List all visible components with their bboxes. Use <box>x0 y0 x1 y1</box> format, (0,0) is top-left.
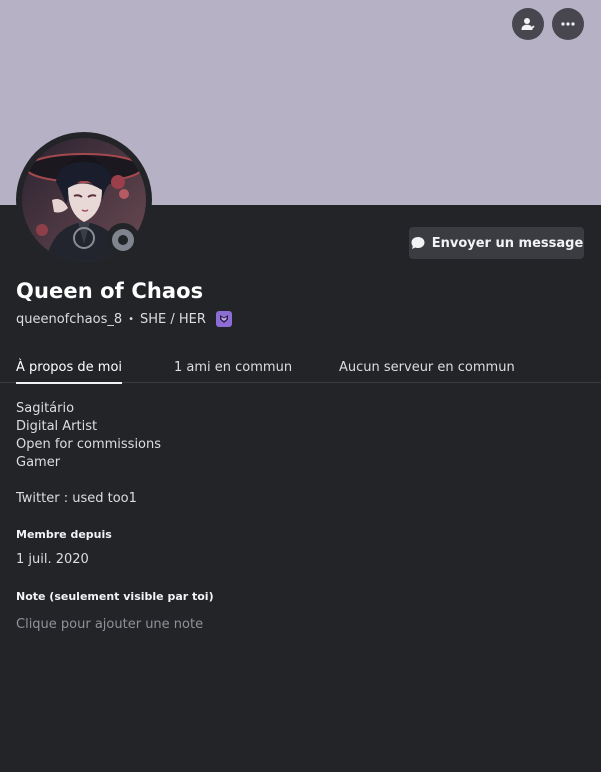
status-indicator <box>106 223 140 257</box>
offline-status-icon <box>112 229 134 251</box>
send-message-label: Envoyer un message <box>431 235 584 251</box>
message-bubble-icon <box>411 237 425 249</box>
friend-action-button[interactable] <box>512 8 544 40</box>
note-input[interactable] <box>16 614 584 634</box>
nitro-badge-icon[interactable] <box>215 311 232 327</box>
username-line: queenofchaos_8 • SHE / HER <box>16 311 232 327</box>
username: queenofchaos_8 <box>16 311 123 327</box>
bio-line: Gamer <box>16 455 61 470</box>
add-friend-icon <box>521 18 535 31</box>
bio-line: Twitter : used too1 <box>16 491 137 506</box>
display-name: Queen of Chaos <box>16 279 204 303</box>
bio-line: Open for commissions <box>16 437 162 452</box>
bio-line: Sagitário <box>16 401 75 416</box>
more-icon <box>561 22 575 26</box>
pronouns: SHE / HER <box>140 311 206 327</box>
member-since-title: Membre depuis <box>16 528 112 541</box>
member-since-value: 1 juil. 2020 <box>16 552 89 567</box>
tab-about-me[interactable]: À propos de moi <box>16 360 123 384</box>
bio-line: Digital Artist <box>16 419 98 434</box>
more-options-button[interactable] <box>552 8 584 40</box>
profile-tabs: À propos de moi 1 ami en commun Aucun se… <box>0 355 601 384</box>
tab-mutual-friends[interactable]: 1 ami en commun <box>174 360 292 382</box>
separator: • <box>128 313 135 325</box>
note-title: Note (seulement visible par toi) <box>16 590 214 603</box>
tab-mutual-servers[interactable]: Aucun serveur en commun <box>339 360 515 382</box>
bio: Sagitário Digital Artist Open for commis… <box>16 400 161 508</box>
send-message-button[interactable]: Envoyer un message <box>409 227 584 259</box>
bio-line <box>16 472 161 490</box>
